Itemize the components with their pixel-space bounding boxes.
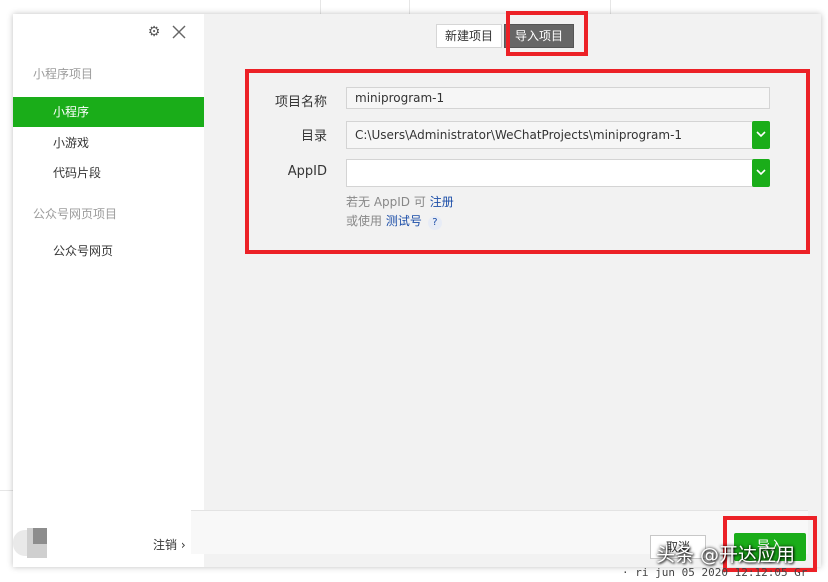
- background-divider: [409, 0, 410, 14]
- background-divider: [610, 0, 611, 14]
- avatar[interactable]: [13, 526, 49, 558]
- annotation-box-form: [245, 69, 810, 254]
- tab-new-project[interactable]: 新建项目: [436, 24, 502, 48]
- watermark: 头条 @开达应用: [656, 544, 796, 566]
- background-code-fragment: · ri jun 05 2020 12:12:05 Gr: [622, 566, 808, 579]
- sidebar-item-miniprogram[interactable]: 小程序: [13, 97, 204, 127]
- sidebar: ⚙ 小程序项目 小程序 小游戏 代码片段 公众号网页项目 公众号网页 注销 ›: [13, 14, 204, 567]
- section-title-miniprogram: 小程序项目: [33, 67, 94, 81]
- sidebar-item-minigame[interactable]: 小游戏: [13, 128, 204, 158]
- sidebar-item-official-account-web[interactable]: 公众号网页: [13, 236, 204, 266]
- annotation-box-import-tab: [506, 11, 588, 56]
- background-divider: [320, 0, 321, 14]
- gear-icon[interactable]: ⚙: [147, 25, 161, 39]
- sidebar-item-code-snippet[interactable]: 代码片段: [13, 158, 204, 188]
- close-icon[interactable]: [171, 24, 187, 40]
- section-title-official-account: 公众号网页项目: [33, 207, 118, 221]
- logout-link[interactable]: 注销 ›: [153, 536, 186, 553]
- background-divider: [0, 490, 13, 491]
